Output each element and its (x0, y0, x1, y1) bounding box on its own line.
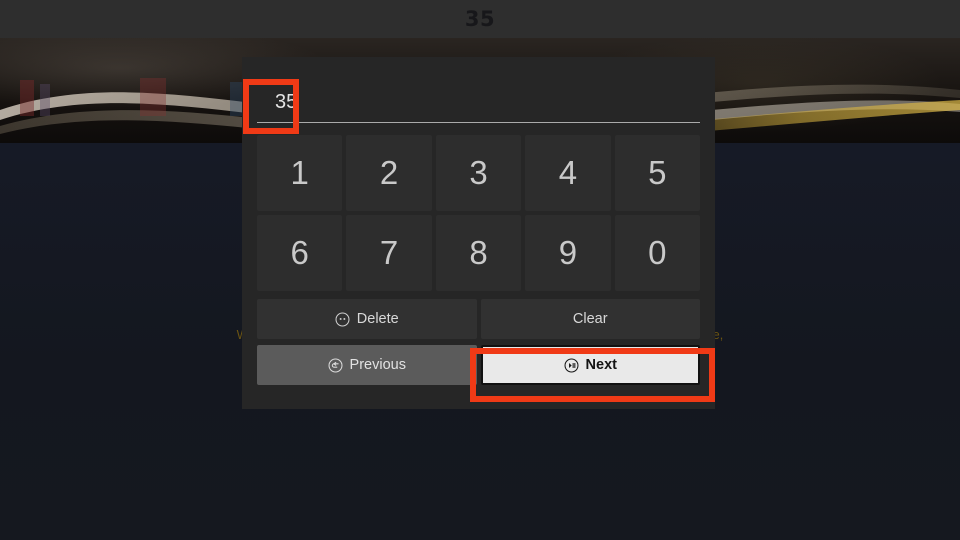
keypad-input-row (257, 87, 700, 123)
numeric-keypad-panel: 1 2 3 4 5 6 7 8 9 0 Delete (242, 57, 715, 409)
key-1[interactable]: 1 (257, 135, 343, 211)
app-screen: 35 35 1 2 3 4 5 6 7 8 9 0 Delete Clear P… (0, 0, 960, 540)
key-0[interactable]: 0 (614, 215, 700, 291)
keypad-action-row-primary: Delete Clear (257, 299, 700, 339)
circle-ellipsis-icon (335, 312, 350, 327)
delete-button-label: Delete (356, 311, 399, 327)
previous-button-label: Previous (349, 357, 406, 373)
circle-play-pause-icon (564, 358, 579, 373)
clear-button-label: Clear (572, 311, 608, 327)
key-4[interactable]: 4 (525, 135, 611, 211)
page-title: 35 (464, 7, 496, 31)
delete-button[interactable]: Delete (257, 299, 477, 339)
numeric-input-field[interactable] (257, 87, 700, 123)
key-3[interactable]: 3 (435, 135, 522, 211)
top-title-bar: 35 (0, 0, 960, 38)
key-9[interactable]: 9 (525, 215, 611, 291)
keypad-digit-grid: 1 2 3 4 5 6 7 8 9 0 (257, 135, 700, 291)
key-8[interactable]: 8 (435, 215, 522, 291)
previous-button[interactable]: Previous (257, 345, 477, 385)
keypad-action-row-navigation: Previous Next (257, 345, 700, 385)
key-6[interactable]: 6 (257, 215, 343, 291)
circle-back-arrow-icon (328, 358, 343, 373)
next-button-label: Next (585, 357, 617, 373)
next-button[interactable]: Next (480, 345, 700, 385)
clear-button[interactable]: Clear (480, 299, 700, 339)
key-2[interactable]: 2 (346, 135, 432, 211)
key-5[interactable]: 5 (614, 135, 700, 211)
key-7[interactable]: 7 (346, 215, 432, 291)
